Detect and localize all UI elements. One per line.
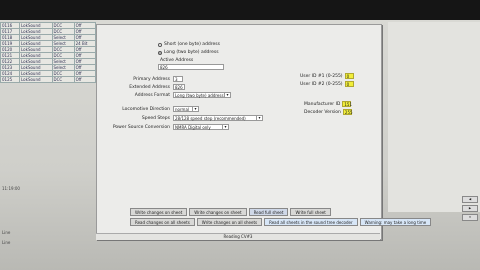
loco-direction-row: Locomotive Direction normal ▾ (110, 106, 199, 112)
radio-short[interactable] (158, 42, 162, 47)
roster-table: 0116 LokSound DCC Off 0117 LokSound DCC Off 0118… (0, 22, 97, 83)
power-source-select[interactable]: NMRA Digital only ▾ (173, 124, 229, 130)
manufacturer-field: 151 (342, 101, 353, 107)
table-row[interactable]: 0125 LokSound DCC Off (0, 76, 97, 83)
extended-address-field[interactable]: 826 (173, 84, 185, 90)
write-full-sheet-button[interactable]: Write full sheet (290, 208, 331, 216)
speed-steps-select[interactable]: 28/128 speed step (recommended) ▾ (173, 115, 263, 121)
write-changes-sheet-button[interactable]: Write changes on sheet (130, 208, 188, 216)
next-button[interactable]: ▶ (462, 205, 478, 212)
table-cell: LokSound (19, 76, 53, 83)
table-cell: Off (73, 76, 97, 83)
decoder-version-label: Decoder Version (304, 109, 341, 115)
radio-long-row[interactable]: Long (two byte) address (158, 50, 219, 55)
active-address-field[interactable]: 826 (158, 64, 224, 70)
table-cell: DCC (51, 76, 75, 83)
all-sheets-button-row: Read changes on all sheets Write changes… (130, 218, 432, 226)
user-id2-label: User ID #2 (0-255) (300, 81, 343, 87)
right-controls: ◀ ▶ ✕ (462, 196, 478, 223)
chevron-down-icon: ▾ (192, 107, 198, 111)
write-changes-all-button[interactable]: Write changes on all sheets (196, 218, 263, 226)
write-changes-sheet-button-2[interactable]: Write changes on sheet (189, 208, 247, 216)
manufacturer-label: Manufacturer ID (304, 101, 341, 107)
close-button[interactable]: ✕ (462, 214, 478, 221)
prev-button[interactable]: ◀ (462, 196, 478, 203)
user-id1-label: User ID #1 (0-255) (300, 73, 343, 79)
long-time-warning: Warning: may take a long time (359, 218, 432, 226)
decoder-version-row: Decoder Version 255 (304, 109, 353, 115)
user-id1-field[interactable]: 0 (344, 73, 354, 79)
address-format-row: Address Format Long (two byte) address ▾ (110, 92, 231, 98)
radio-short-label: Short (one byte) address (164, 42, 220, 47)
read-all-sheets-button[interactable]: Read all sheets in the sound tree decode… (264, 218, 358, 226)
address-format-label: Address Format (134, 92, 170, 98)
speed-steps-label: Speed Steps (141, 115, 170, 121)
loco-direction-select[interactable]: normal ▾ (173, 106, 199, 112)
primary-address-label: Primary Address (133, 76, 170, 82)
power-source-label: Power Source Conversion (112, 124, 170, 130)
chevron-down-icon: ▾ (256, 116, 262, 120)
radio-short-row[interactable]: Short (one byte) address (158, 42, 220, 47)
chevron-down-icon: ▾ (222, 125, 228, 129)
active-address-label: Active Address (160, 58, 194, 63)
primary-address-row: Primary Address 3 (110, 76, 183, 82)
radio-long[interactable] (158, 50, 162, 55)
chevron-down-icon: ▾ (224, 93, 230, 97)
user-id2-field[interactable]: 0 (344, 81, 354, 87)
speed-steps-row: Speed Steps 28/128 speed step (recommend… (110, 115, 263, 121)
loco-direction-label: Locomotive Direction (122, 106, 170, 112)
primary-address-field[interactable]: 3 (173, 76, 183, 82)
monitor-bezel (0, 0, 480, 22)
read-changes-all-button[interactable]: Read changes on all sheets (130, 218, 195, 226)
extended-address-label: Extended Address (129, 84, 170, 90)
sheet-button-row: Write changes on sheet Write changes on … (130, 208, 398, 216)
address-format-select[interactable]: Long (two byte) address ▾ (173, 92, 231, 98)
user-id1-row: User ID #1 (0-255) 0 (300, 73, 354, 79)
table-cell: 0125 (0, 76, 21, 83)
extended-address-row: Extended Address 826 (110, 84, 185, 90)
manufacturer-row: Manufacturer ID 151 (304, 101, 353, 107)
right-panel (388, 22, 480, 212)
user-id2-row: User ID #2 (0-255) 0 (300, 81, 354, 87)
clock-text: 11:19:00 (2, 186, 20, 191)
active-address-row: 826 (158, 64, 224, 70)
left-bottom-label-2: Line (2, 240, 11, 245)
power-source-row: Power Source Conversion NMRA Digital onl… (110, 124, 229, 130)
read-full-sheet-button[interactable]: Read full sheet (248, 208, 289, 216)
status-bar: Reading CV#3 (96, 233, 380, 240)
decoder-version-field: 255 (342, 109, 353, 115)
left-bottom-label: Line (2, 230, 11, 235)
radio-long-label: Long (two byte) address (164, 50, 219, 55)
